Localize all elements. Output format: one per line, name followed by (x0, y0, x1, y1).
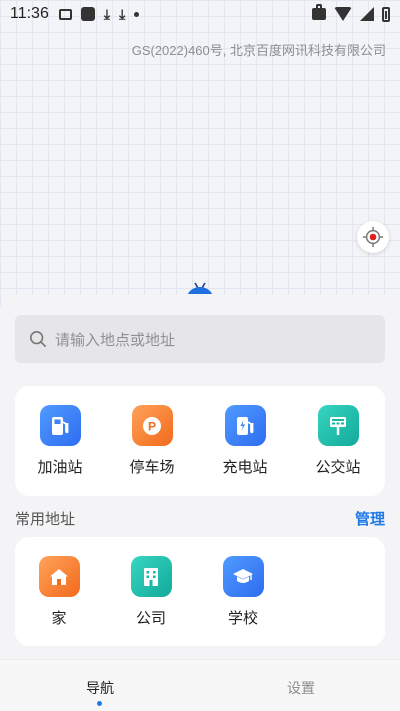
svg-text:P: P (148, 419, 156, 433)
office-building-icon (130, 556, 172, 597)
crosshair-icon (362, 226, 384, 248)
status-bar: 11:36 ⤓ ⤓ (0, 0, 400, 28)
battery-icon (382, 6, 390, 22)
address-office[interactable]: 公司 (119, 556, 183, 628)
poi-charging-station[interactable]: 充电站 (213, 405, 277, 477)
tab-settings[interactable]: 设置 (287, 678, 315, 698)
manage-addresses-button[interactable]: 管理 (355, 508, 385, 529)
wifi-icon (334, 7, 352, 21)
poi-label: 停车场 (129, 458, 175, 476)
graduation-cap-icon (222, 556, 264, 597)
address-school[interactable]: 学校 (211, 556, 275, 628)
home-icon (38, 556, 80, 597)
more-notifications-icon (134, 11, 140, 17)
poi-category-card: 加油站 P 停车场 充电站 公交站 (15, 386, 385, 496)
parking-icon: P (131, 405, 173, 446)
address-label: 学校 (227, 609, 258, 627)
work-profile-icon (312, 4, 326, 20)
app-notification-icon (80, 7, 95, 21)
address-label: 家 (51, 609, 67, 627)
poi-label: 充电站 (222, 458, 268, 476)
bottom-sheet: 请输入地点或地址 加油站 P 停车场 充电站 公交站 常用地址 管理 家 公司 … (0, 294, 400, 664)
charging-station-icon (224, 405, 266, 446)
search-placeholder: 请输入地点或地址 (55, 330, 176, 349)
common-addresses-title: 常用地址 (15, 510, 76, 528)
bottom-tab-bar: 导航 设置 (0, 659, 400, 711)
poi-gas-station[interactable]: 加油站 (28, 405, 92, 477)
search-input[interactable]: 请输入地点或地址 (15, 315, 385, 363)
map-copyright: GS(2022)460号, 北京百度网讯科技有限公司 (131, 43, 386, 58)
address-label: 公司 (135, 609, 166, 627)
active-tab-indicator (97, 701, 102, 706)
poi-label: 公交站 (315, 458, 361, 476)
poi-parking[interactable]: P 停车场 (120, 405, 184, 477)
cell-signal-icon (360, 7, 374, 21)
download-icon: ⤓ (119, 6, 126, 22)
image-notification-icon (58, 8, 72, 20)
download-icon: ⤓ (103, 6, 111, 22)
address-home[interactable]: 家 (27, 556, 91, 628)
gas-station-icon (39, 405, 81, 446)
poi-bus-stop[interactable]: 公交站 (306, 405, 370, 477)
tab-navigation[interactable]: 导航 (86, 678, 114, 698)
poi-label: 加油站 (37, 458, 83, 476)
locate-me-button[interactable] (357, 221, 389, 253)
bus-stop-icon (317, 405, 359, 446)
search-icon (29, 330, 47, 348)
common-addresses-card: 家 公司 学校 (15, 537, 385, 646)
status-time: 11:36 (10, 5, 49, 22)
